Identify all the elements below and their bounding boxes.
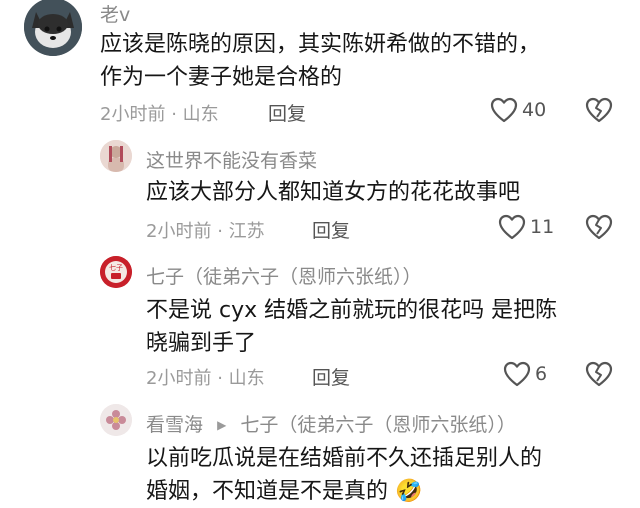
avatar[interactable]: [100, 140, 132, 172]
comment-meta: 2小时前 · 江苏: [146, 217, 265, 243]
avatar[interactable]: 七子: [100, 256, 132, 288]
comment-text-line-with-emoji: 婚姻，不知道是不是真的 🤣: [146, 475, 616, 508]
heart-outline-icon: [490, 97, 518, 123]
comment-text: 以前吃瓜说是在结婚前不久还插足别人的 婚姻，不知道是不是真的 🤣: [146, 442, 616, 508]
girl-avatar-icon: [100, 140, 132, 172]
commenter-name[interactable]: 这世界不能没有香菜: [146, 146, 317, 173]
comment-text: 应该大部分人都知道女方的花花故事吧: [146, 176, 616, 209]
comment-location: 山东: [182, 104, 219, 125]
dislike-button[interactable]: [585, 214, 613, 244]
heart-outline-icon: [498, 214, 526, 240]
comment-time: 2小时前: [146, 221, 212, 242]
comment-4: 看雪海 ▶ 七子（徒弟六子（恩师六张纸）） 以前吃瓜说是在结婚前不久还插足别人的…: [0, 404, 640, 504]
comment-time: 2小时前: [146, 368, 212, 389]
comment-meta: 2小时前 · 山东: [146, 364, 265, 390]
play-triangle-icon: ▶: [217, 418, 227, 432]
comment-text-line: 以前吃瓜说是在结婚前不久还插足别人的: [146, 446, 543, 471]
comment-text-line: 作为一个妻子她是合格的: [100, 65, 343, 90]
husky-avatar-icon: [24, 0, 82, 56]
comment-1: 老v 应该是陈晓的原因，其实陈妍希做的不错的， 作为一个妻子她是合格的 2小时前…: [0, 0, 640, 130]
comment-text-line: 晓骗到手了: [146, 331, 257, 356]
like-button[interactable]: 11: [498, 214, 554, 240]
comment-meta: 2小时前 · 山东: [100, 100, 219, 126]
broken-heart-icon: [585, 97, 613, 123]
comment-location: 山东: [228, 368, 265, 389]
dislike-button[interactable]: [585, 97, 613, 127]
commenter-name[interactable]: 老v: [100, 0, 130, 27]
reply-to-name[interactable]: 七子（徒弟六子（恩师六张纸））: [240, 414, 516, 436]
commenter-name-row: 看雪海 ▶ 七子（徒弟六子（恩师六张纸））: [146, 410, 516, 437]
red-seal-avatar-icon: 七子: [100, 256, 132, 288]
comment-text-line: 婚姻，不知道是不是真的: [146, 479, 389, 504]
broken-heart-icon: [585, 214, 613, 240]
reply-button[interactable]: 回复: [268, 99, 306, 126]
dislike-button[interactable]: [585, 361, 613, 391]
like-button[interactable]: 6: [503, 361, 547, 387]
comment-text-line: 应该大部分人都知道女方的花花故事吧: [146, 180, 521, 205]
comment-text-line: 不是说 cyx 结婚之前就玩的很花吗 是把陈: [146, 298, 558, 323]
reply-button[interactable]: 回复: [312, 216, 350, 243]
flower-avatar-icon: [100, 404, 132, 436]
rofl-emoji: 🤣: [395, 479, 423, 504]
like-count: 40: [522, 99, 547, 121]
heart-outline-icon: [503, 361, 531, 387]
comment-text: 应该是陈晓的原因，其实陈妍希做的不错的， 作为一个妻子她是合格的: [100, 28, 620, 94]
separator: ·: [217, 368, 223, 389]
svg-text:七子: 七子: [109, 263, 123, 272]
avatar[interactable]: [24, 0, 82, 56]
commenter-name[interactable]: 七子（徒弟六子（恩师六张纸））: [146, 262, 422, 289]
avatar[interactable]: [100, 404, 132, 436]
comment-text: 不是说 cyx 结婚之前就玩的很花吗 是把陈 晓骗到手了: [146, 294, 616, 360]
comment-2: 这世界不能没有香菜 应该大部分人都知道女方的花花故事吧 2小时前 · 江苏 回复…: [0, 140, 640, 250]
like-count: 6: [535, 363, 548, 385]
comment-location: 江苏: [228, 221, 265, 242]
separator: ·: [171, 104, 177, 125]
broken-heart-icon: [585, 361, 613, 387]
comment-3: 七子 七子（徒弟六子（恩师六张纸）） 不是说 cyx 结婚之前就玩的很花吗 是把…: [0, 256, 640, 396]
reply-button[interactable]: 回复: [312, 363, 350, 390]
like-count: 11: [530, 216, 555, 238]
like-button[interactable]: 40: [490, 97, 546, 123]
separator: ·: [217, 221, 223, 242]
comment-time: 2小时前: [100, 104, 166, 125]
comment-text-line: 应该是陈晓的原因，其实陈妍希做的不错的，: [100, 32, 541, 57]
commenter-name[interactable]: 看雪海: [146, 414, 203, 436]
